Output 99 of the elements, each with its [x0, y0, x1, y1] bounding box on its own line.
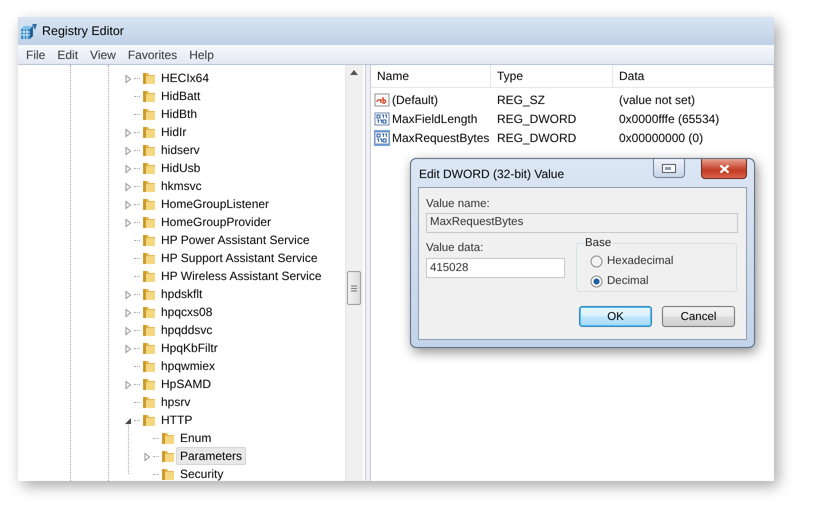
folder-icon: [141, 376, 157, 392]
folder-icon: [141, 70, 157, 86]
tree-item[interactable]: HP Support Assistant Service: [157, 249, 322, 267]
folder-icon: [141, 196, 157, 212]
tree-item[interactable]: Enum: [176, 429, 216, 447]
folder-icon: [141, 304, 157, 320]
menu-item[interactable]: File: [20, 48, 52, 62]
expand-arrow-icon[interactable]: [142, 452, 152, 462]
folder-icon: [160, 430, 176, 446]
tree-item[interactable]: HP Wireless Assistant Service: [157, 267, 326, 285]
value-data: 0x0000fffe (65534): [618, 112, 720, 126]
folder-icon: [141, 142, 157, 158]
expand-arrow-icon[interactable]: [123, 146, 133, 156]
folder-icon: [141, 178, 157, 194]
column-header[interactable]: Type: [491, 65, 613, 87]
value-name[interactable]: MaxRequestBytes: [392, 130, 490, 144]
expand-arrow-icon[interactable]: [123, 308, 133, 318]
app-icon: [20, 22, 38, 40]
radio-label[interactable]: Hexadecimal: [607, 255, 674, 267]
expand-arrow-icon[interactable]: [123, 200, 133, 210]
tree-item[interactable]: hpqwmiex: [157, 357, 220, 375]
folder-icon: [160, 466, 176, 481]
folder-icon: [141, 412, 157, 428]
folder-icon: [141, 268, 157, 284]
folder-icon: [141, 394, 157, 410]
tree-item[interactable]: HidBth: [157, 105, 202, 123]
window-button[interactable]: [653, 159, 685, 178]
expand-arrow-icon[interactable]: [123, 326, 133, 336]
tree-item[interactable]: HomeGroupListener: [157, 195, 274, 213]
expand-arrow-icon[interactable]: [123, 128, 133, 138]
window-icon: [662, 164, 676, 172]
radio-label[interactable]: Decimal: [607, 275, 649, 287]
menu-item[interactable]: View: [84, 48, 122, 62]
dialog-button[interactable]: OK: [579, 306, 652, 327]
close-button[interactable]: [701, 159, 747, 179]
tree-item[interactable]: HidIr: [157, 123, 190, 141]
value-type: REG_DWORD: [496, 112, 578, 126]
tree-item[interactable]: HTTP: [157, 411, 196, 429]
tree-item[interactable]: HidUsb: [157, 159, 204, 177]
tree-item[interactable]: Security: [176, 465, 228, 481]
value-type: REG_SZ: [496, 92, 546, 106]
base-group: Base Hexadecimal Decimal: [576, 237, 737, 292]
radio-button[interactable]: [590, 254, 603, 268]
value-name-field: MaxRequestBytes: [426, 213, 738, 233]
tree-item[interactable]: HpSAMD: [157, 375, 216, 393]
tree-item[interactable]: hidserv: [157, 141, 204, 159]
folder-icon: [141, 322, 157, 338]
expand-arrow-icon[interactable]: [123, 74, 133, 84]
folder-icon: [141, 286, 157, 302]
tree-item[interactable]: Parameters: [176, 447, 246, 465]
menu-item[interactable]: Help: [183, 48, 220, 62]
dialog-title: Edit DWORD (32-bit) Value: [418, 167, 564, 181]
tree-item[interactable]: hpqddsvc: [157, 321, 216, 339]
expand-arrow-icon[interactable]: [123, 218, 133, 228]
folder-icon: [141, 232, 157, 248]
expand-arrow-icon[interactable]: [123, 290, 133, 300]
tree-item[interactable]: HECIx64: [157, 69, 214, 87]
folder-icon: [141, 106, 157, 122]
folder-icon: [141, 340, 157, 356]
close-icon: [718, 164, 730, 174]
menu-item[interactable]: Edit: [51, 48, 84, 62]
folder-icon: [160, 448, 176, 464]
folder-icon: [141, 250, 157, 266]
radio-button[interactable]: [590, 274, 603, 288]
field-label: Value name:: [426, 198, 491, 210]
folder-icon: [141, 160, 157, 176]
value-data-field[interactable]: 415028: [426, 258, 565, 278]
folder-icon: [141, 124, 157, 140]
value-type: REG_DWORD: [496, 130, 578, 144]
folder-icon: [141, 88, 157, 104]
value-name[interactable]: MaxFieldLength: [392, 112, 478, 126]
value-data: (value not set): [618, 92, 696, 106]
tree-item[interactable]: HomeGroupProvider: [157, 213, 276, 231]
scrollbar[interactable]: [345, 65, 363, 481]
expand-arrow-icon[interactable]: [123, 380, 133, 390]
expand-arrow-icon[interactable]: [123, 344, 133, 354]
column-header[interactable]: Data: [613, 65, 774, 87]
menu-item[interactable]: Favorites: [122, 48, 184, 62]
value-name[interactable]: (Default): [392, 92, 438, 106]
expand-arrow-icon[interactable]: [123, 164, 133, 174]
window-title: Registry Editor: [42, 24, 124, 38]
collapse-arrow-icon[interactable]: [123, 416, 133, 426]
tree-item[interactable]: HidBatt: [157, 87, 204, 105]
tree-item[interactable]: hpdskflt: [157, 285, 206, 303]
tree-item[interactable]: HP Power Assistant Service: [157, 231, 314, 249]
tree-item[interactable]: HpqKbFiltr: [157, 339, 222, 357]
tree-item[interactable]: hkmsvc: [157, 177, 206, 195]
dialog-button[interactable]: Cancel: [662, 306, 735, 327]
tree-item[interactable]: hpqcxs08: [157, 303, 216, 321]
folder-icon: [141, 214, 157, 230]
value-data: 0x00000000 (0): [618, 130, 704, 144]
grip-icon: [351, 284, 357, 292]
expand-arrow-icon[interactable]: [123, 182, 133, 192]
scroll-up-arrow-icon[interactable]: [350, 70, 358, 75]
folder-icon: [141, 358, 157, 374]
tree-item[interactable]: hpsrv: [157, 393, 194, 411]
field-label: Value data:: [426, 242, 484, 254]
scroll-thumb[interactable]: [347, 271, 361, 305]
column-header[interactable]: Name: [371, 65, 491, 87]
